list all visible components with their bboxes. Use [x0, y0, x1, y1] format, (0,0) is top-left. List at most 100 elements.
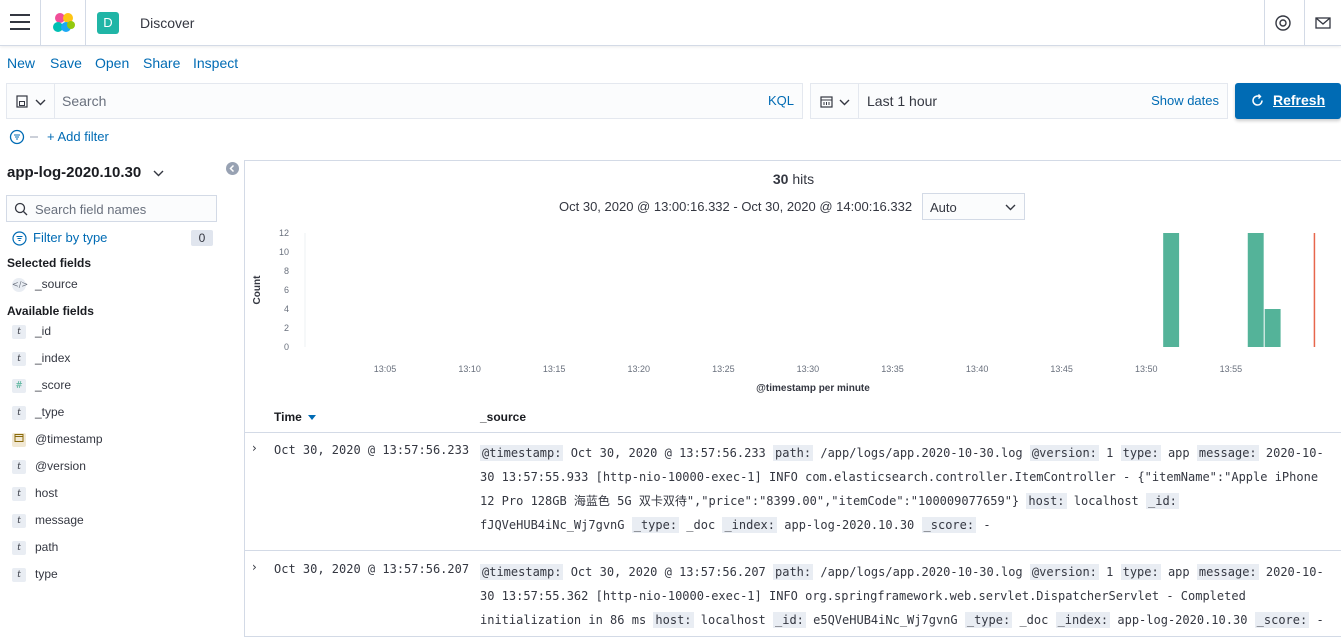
source-field-key: path:	[773, 564, 814, 580]
x-tick-label: 13:25	[712, 364, 735, 374]
expand-row-icon[interactable]: ›	[252, 441, 257, 455]
index-pattern-selector[interactable]: app-log-2020.10.30	[7, 164, 164, 181]
chevron-down-icon	[839, 99, 850, 106]
y-tick-label: 6	[284, 285, 289, 295]
field-item-type[interactable]: t type	[12, 567, 58, 587]
source-field-key: @timestamp:	[480, 564, 564, 580]
source-field-key: _index:	[1055, 612, 1111, 628]
refresh-button[interactable]: Refresh	[1235, 83, 1341, 119]
source-field-key: type:	[1120, 445, 1161, 461]
quick-select-button[interactable]	[811, 84, 859, 118]
x-tick-label: 13:50	[1135, 364, 1158, 374]
source-field-key: message:	[1196, 445, 1259, 461]
mail-icon[interactable]	[1314, 14, 1332, 32]
source-field-key: _score:	[1254, 612, 1310, 628]
x-tick-label: 13:05	[374, 364, 397, 374]
source-field-key: _type:	[964, 612, 1013, 628]
source-field-key: message:	[1196, 564, 1259, 580]
x-axis-label: @timestamp per minute	[756, 383, 870, 394]
source-field-key: host:	[653, 612, 694, 628]
query-language-button[interactable]: KQL	[768, 93, 794, 108]
string-type-icon: t	[12, 351, 26, 366]
field-item-score[interactable]: # _score	[12, 378, 71, 398]
space-avatar[interactable]: D	[97, 12, 119, 34]
field-item-source[interactable]: </> _source	[12, 277, 78, 297]
date-picker: Last 1 hour Show dates	[810, 83, 1228, 119]
field-item-message[interactable]: t message	[12, 513, 84, 533]
x-tick-label: 13:45	[1050, 364, 1073, 374]
hits-count: 30	[772, 171, 789, 187]
interval-value: Auto	[930, 200, 957, 215]
open-button[interactable]: Open	[95, 55, 129, 71]
source-field-value: /app/logs/app.2020-10-30.log	[813, 565, 1030, 579]
field-item-type-underscore[interactable]: t _type	[12, 405, 64, 425]
field-item-version[interactable]: t @version	[12, 459, 86, 479]
histogram-bar	[1264, 309, 1281, 347]
field-item-host[interactable]: t host	[12, 486, 58, 506]
date-range-label[interactable]: Last 1 hour	[867, 93, 937, 109]
add-filter-button[interactable]: + Add filter	[47, 129, 109, 144]
field-name: message	[35, 513, 84, 527]
y-tick-label: 8	[284, 266, 289, 276]
filter-count-badge: 0	[191, 230, 213, 246]
source-field-key: _index:	[722, 517, 778, 533]
field-item-timestamp[interactable]: @timestamp	[12, 432, 103, 452]
share-button[interactable]: Share	[143, 55, 180, 71]
kibana-logo-icon[interactable]	[52, 12, 76, 34]
inspect-button[interactable]: Inspect	[193, 55, 238, 71]
field-item-index[interactable]: t _index	[12, 351, 70, 371]
chevron-down-icon	[153, 170, 164, 177]
page-title: Discover	[140, 15, 195, 31]
column-header-time[interactable]: Time	[274, 410, 317, 424]
menu-icon[interactable]	[10, 14, 30, 32]
source-field-key: path:	[773, 445, 814, 461]
source-field-value: Oct 30, 2020 @ 13:57:56.233	[563, 446, 773, 460]
x-tick-label: 13:10	[458, 364, 481, 374]
source-field-value: app	[1160, 446, 1197, 460]
table-header: Time _source	[245, 405, 1341, 433]
source-field-value: app-log-2020.10.30	[777, 518, 922, 532]
help-icon[interactable]	[1274, 14, 1292, 32]
field-item-id[interactable]: t _id	[12, 324, 51, 344]
string-type-icon: t	[12, 405, 26, 420]
field-item-path[interactable]: t path	[12, 540, 58, 560]
source-field-key: _type:	[631, 517, 680, 533]
expand-row-icon[interactable]: ›	[252, 560, 257, 574]
field-search-input[interactable]: Search field names	[6, 195, 217, 222]
source-field-value: app	[1160, 565, 1197, 579]
field-search-placeholder: Search field names	[35, 202, 147, 217]
source-field-value: -	[976, 518, 991, 532]
field-name: path	[35, 540, 59, 554]
field-sidebar: app-log-2020.10.30 Search field names Fi…	[0, 155, 239, 637]
show-dates-button[interactable]: Show dates	[1151, 93, 1219, 108]
save-icon	[16, 95, 28, 108]
x-tick-label: 13:15	[543, 364, 566, 374]
chevron-down-icon	[1005, 204, 1016, 211]
divider	[85, 0, 86, 46]
histogram-chart: 0 2 4 6 8 10 12 Count 13:05 13:10 13:15 13:20 13:25 1…	[252, 228, 1316, 394]
field-name: _id	[35, 324, 52, 338]
divider	[1264, 0, 1265, 46]
x-tick-label: 13:35	[881, 364, 904, 374]
interval-select[interactable]: Auto	[922, 193, 1025, 220]
source-field-value: Oct 30, 2020 @ 13:57:56.207	[563, 565, 773, 579]
save-button[interactable]: Save	[50, 55, 82, 71]
filter-options-icon[interactable]	[8, 127, 44, 147]
string-type-icon: t	[12, 486, 26, 501]
source-field-value: localhost	[693, 613, 773, 627]
sort-desc-icon[interactable]	[308, 414, 317, 421]
source-icon: </>	[12, 277, 28, 292]
collapse-sidebar-icon[interactable]	[226, 162, 239, 175]
date-type-icon	[12, 432, 26, 447]
available-fields-title: Available fields	[7, 304, 94, 318]
hits-counter: 30 hits	[245, 171, 1341, 187]
new-button[interactable]: New	[7, 55, 35, 71]
saved-query-button[interactable]	[7, 84, 55, 118]
filter-by-type-button[interactable]: Filter by type	[12, 230, 107, 246]
string-type-icon: t	[12, 567, 26, 582]
source-field-value: _doc	[679, 518, 723, 532]
row-time: Oct 30, 2020 @ 13:57:56.207	[274, 562, 470, 576]
string-type-icon: t	[12, 540, 26, 555]
selected-fields-title: Selected fields	[7, 256, 92, 270]
search-input[interactable]: Search	[62, 93, 106, 109]
